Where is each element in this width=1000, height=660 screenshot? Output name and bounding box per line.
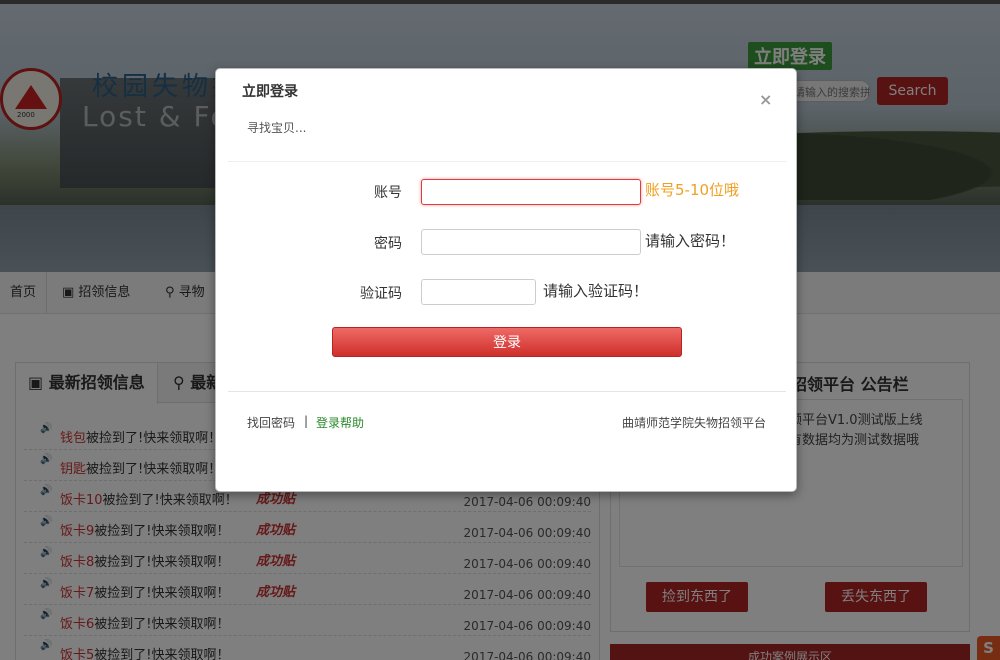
captcha-label: 验证码 <box>360 286 402 302</box>
close-icon[interactable]: × <box>759 90 772 109</box>
platform-name: 曲靖师范学院失物招领平台 <box>622 416 767 430</box>
login-modal: 立即登录 × 寻找宝贝... 账号 账号5-10位哦 密码 请输入密码！ 验证码… <box>215 68 797 492</box>
modal-title: 立即登录 <box>242 84 298 100</box>
captcha-input[interactable] <box>421 279 536 305</box>
captcha-hint: 请输入验证码！ <box>543 282 649 300</box>
login-button[interactable]: 登录 <box>332 327 682 357</box>
divider <box>228 161 786 162</box>
footer-divider: | <box>304 414 309 428</box>
account-label: 账号 <box>374 185 402 201</box>
password-hint: 请输入密码！ <box>645 232 736 250</box>
password-label: 密码 <box>374 236 402 252</box>
password-input[interactable] <box>421 229 641 255</box>
account-input[interactable] <box>421 179 641 205</box>
login-help-link[interactable]: 登录帮助 <box>316 414 364 431</box>
forgot-password-link[interactable]: 找回密码 <box>247 414 295 431</box>
modal-subtitle: 寻找宝贝... <box>247 121 307 135</box>
divider <box>228 391 786 392</box>
account-hint: 账号5-10位哦 <box>645 181 740 199</box>
